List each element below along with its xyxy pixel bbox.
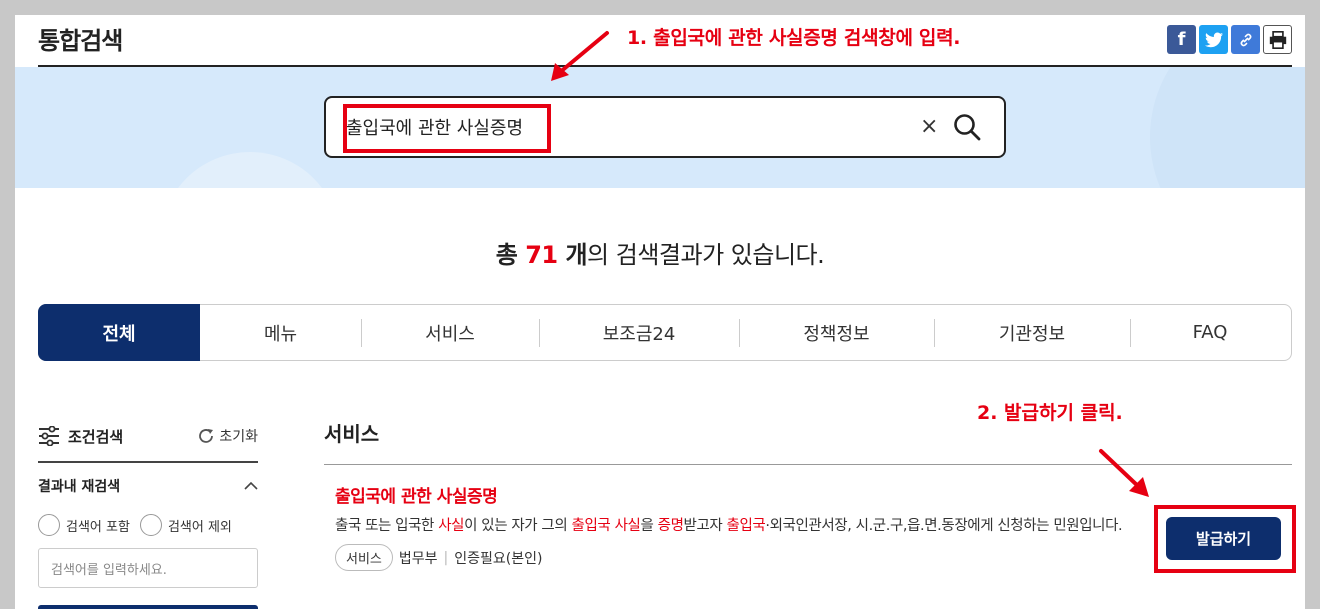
filter-submit-button[interactable]	[38, 605, 258, 609]
result-number: 71	[525, 241, 558, 269]
filter-title: 조건검색	[38, 426, 123, 447]
result-tags: 서비스 법무부 | 인증필요(본인)	[335, 544, 1292, 571]
tab-faq[interactable]: FAQ	[1130, 305, 1290, 360]
result-count: 총 71 개의 검색결과가 있습니다.	[495, 241, 825, 269]
re-search-toggle[interactable]: 결과내 재검색	[38, 476, 258, 496]
category-tag: 서비스	[335, 544, 393, 571]
tab-all[interactable]: 전체	[38, 304, 200, 361]
keyword-highlight: 증명	[657, 518, 684, 534]
auth-label: 인증필요(본인)	[454, 550, 543, 567]
search-icon[interactable]	[952, 112, 982, 142]
band-decoration	[1150, 67, 1305, 188]
page: 통합검색 f 1. 출입국에 관한 사실증명 검색창에 입력. ×	[15, 15, 1305, 609]
link-icon[interactable]	[1231, 25, 1260, 54]
annotation-step1: 1. 출입국에 관한 사실증명 검색창에 입력.	[627, 27, 961, 49]
description-text: 을	[640, 518, 658, 534]
keyword-highlight: 사실	[438, 518, 465, 534]
result-tabs: 전체 메뉴 서비스 보조금24 정책정보 기관정보 FAQ	[38, 304, 1292, 361]
refine-search-input[interactable]: 검색어를 입력하세요.	[38, 548, 258, 588]
chevron-up-icon	[244, 481, 258, 490]
share-toolbar: f	[1167, 25, 1292, 54]
agency-label: 법무부	[398, 550, 438, 567]
description-text: 출국 또는 입국한	[335, 518, 439, 534]
keyword-highlight: 출입국	[571, 518, 611, 534]
sliders-icon	[39, 426, 59, 446]
filter-panel: 조건검색 초기화 결과내 재검색 검색어 포함 검색어 제외 검색어를 입력하세…	[38, 418, 258, 588]
section-title: 서비스	[324, 422, 380, 446]
highlight-box-search	[343, 104, 551, 153]
re-search-label: 결과내 재검색	[38, 479, 121, 495]
highlight-box-issue	[1154, 505, 1296, 573]
print-icon[interactable]	[1263, 25, 1292, 54]
keyword-highlight: 출입국	[726, 518, 766, 534]
results-panel: 서비스 출입국에 관한 사실증명 출국 또는 입국한 사실이 있는 자가 그의 …	[324, 418, 1292, 571]
description-text: 이 있는 자가 그의	[464, 518, 572, 534]
radio-exclude[interactable]: 검색어 제외	[139, 514, 232, 536]
radio-include[interactable]: 검색어 포함	[38, 514, 130, 536]
clear-icon[interactable]: ×	[920, 114, 938, 139]
description-text: 받고자	[683, 518, 727, 534]
result-description: 출국 또는 입국한 사실이 있는 자가 그의 출입국 사실을 증명받고자 출입국…	[335, 515, 1135, 538]
tab-service[interactable]: 서비스	[361, 305, 539, 360]
tab-menu[interactable]: 메뉴	[200, 305, 361, 360]
tab-agency-info[interactable]: 기관정보	[934, 305, 1130, 360]
tab-policy-info[interactable]: 정책정보	[739, 305, 934, 360]
twitter-icon[interactable]	[1199, 25, 1228, 54]
description-text: ·외국인관서장, 시.군.구,읍.면.동장에게 신청하는 민원입니다.	[765, 518, 1123, 534]
tab-subsidy24[interactable]: 보조금24	[539, 305, 739, 360]
keyword-highlight: 사실	[614, 518, 641, 534]
reset-button[interactable]: 초기화	[197, 426, 258, 446]
page-title: 통합검색	[38, 27, 123, 55]
result-title-link[interactable]: 출입국에 관한 사실증명	[335, 482, 1292, 507]
band-decoration	[160, 152, 340, 188]
annotation-step2: 2. 발급하기 클릭.	[977, 402, 1123, 424]
refresh-icon	[199, 429, 214, 443]
facebook-icon[interactable]: f	[1167, 25, 1196, 54]
